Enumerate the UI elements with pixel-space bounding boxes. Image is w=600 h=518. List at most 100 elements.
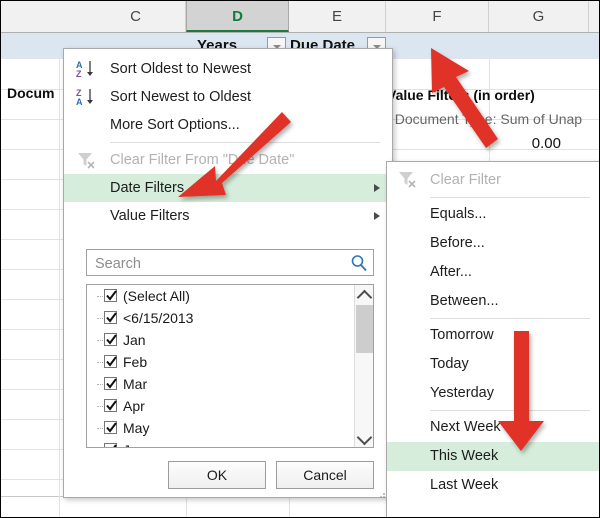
column-header-row: C D E F G bbox=[1, 1, 599, 33]
chevron-down-icon bbox=[356, 429, 373, 446]
menu-item-clear-filter-from-due-date[interactable]: Clear Filter From "Due Date" bbox=[64, 146, 392, 174]
list-item[interactable]: Jun bbox=[87, 439, 353, 447]
svg-text:Z: Z bbox=[76, 69, 82, 79]
tree-connector bbox=[97, 362, 103, 363]
list-item[interactable]: Apr bbox=[87, 395, 353, 417]
checkbox-checked[interactable] bbox=[104, 355, 117, 368]
list-item[interactable]: Jan bbox=[87, 329, 353, 351]
excel-filter-screenshot: Docum Value Filters (in order) . Documen… bbox=[0, 0, 600, 518]
clear-filter-icon bbox=[76, 151, 98, 170]
filter-value-list-items: (Select All) <6/15/2013 Jan Feb Mar Apr … bbox=[87, 285, 353, 447]
menu-separator bbox=[110, 142, 380, 143]
checkbox-checked[interactable] bbox=[104, 311, 117, 324]
chevron-right-icon bbox=[374, 184, 380, 192]
submenu-item-label: Today bbox=[430, 356, 469, 372]
list-item-label: Feb bbox=[123, 354, 148, 370]
checkbox-checked[interactable] bbox=[104, 399, 117, 412]
column-header-e[interactable]: E bbox=[289, 1, 386, 32]
list-item[interactable]: <6/15/2013 bbox=[87, 307, 353, 329]
submenu-item-after[interactable]: After... bbox=[387, 258, 599, 287]
list-item[interactable]: May bbox=[87, 417, 353, 439]
tree-connector bbox=[97, 318, 103, 319]
submenu-item-this-week[interactable]: This Week bbox=[387, 442, 599, 471]
menu-item-date-filters[interactable]: Date Filters bbox=[64, 174, 392, 202]
tree-connector bbox=[97, 340, 103, 341]
scroll-down-button[interactable] bbox=[355, 429, 373, 447]
submenu-item-label: Last Week bbox=[430, 477, 499, 493]
submenu-item-last-week[interactable]: Last Week bbox=[387, 471, 599, 500]
submenu-item-next-week[interactable]: Next Week bbox=[387, 413, 599, 442]
list-item-label: <6/15/2013 bbox=[123, 310, 194, 326]
submenu-item-tomorrow[interactable]: Tomorrow bbox=[387, 321, 599, 350]
submenu-item-clear-filter[interactable]: Clear Filter bbox=[387, 166, 599, 195]
search-input[interactable] bbox=[93, 250, 342, 277]
checkbox-checked[interactable] bbox=[104, 289, 117, 302]
list-item[interactable]: (Select All) bbox=[87, 285, 353, 307]
checkbox-checked[interactable] bbox=[104, 377, 117, 390]
menu-item-sort-newest-to-oldest[interactable]: Z A Sort Newest to Oldest bbox=[64, 83, 392, 111]
submenu-item-before[interactable]: Before... bbox=[387, 229, 599, 258]
date-filters-submenu: Clear Filter Equals... Before... After..… bbox=[386, 161, 599, 517]
chevron-up-icon bbox=[356, 289, 373, 306]
checkbox-checked[interactable] bbox=[104, 333, 117, 346]
column-header-d[interactable]: D bbox=[186, 1, 289, 32]
tree-connector bbox=[97, 428, 103, 429]
menu-item-value-filters[interactable]: Value Filters bbox=[64, 202, 392, 230]
cell-document-type-subtitle: . Document Type: Sum of Unap bbox=[387, 111, 583, 127]
list-item-label: (Select All) bbox=[123, 288, 190, 304]
column-header-f[interactable]: F bbox=[386, 1, 489, 32]
list-item-label: Apr bbox=[123, 398, 145, 414]
submenu-item-between[interactable]: Between... bbox=[387, 287, 599, 316]
menu-item-label: Date Filters bbox=[110, 180, 185, 196]
cancel-button[interactable]: Cancel bbox=[276, 461, 374, 489]
list-item-label: Jan bbox=[123, 332, 146, 348]
scroll-up-button[interactable] bbox=[355, 285, 373, 306]
column-header-g[interactable]: G bbox=[489, 1, 589, 32]
submenu-item-label: Tomorrow bbox=[430, 327, 494, 343]
list-item[interactable]: Mar bbox=[87, 373, 353, 395]
due-date-filter-dropdown: A Z Sort Oldest to Newest Z A Sort Newes… bbox=[63, 48, 393, 498]
menu-item-label: Sort Oldest to Newest bbox=[110, 61, 252, 77]
clear-filter-icon bbox=[397, 170, 419, 189]
menu-item-sort-oldest-to-newest[interactable]: A Z Sort Oldest to Newest bbox=[64, 55, 392, 83]
checkbox-checked[interactable] bbox=[104, 443, 117, 447]
search-box[interactable] bbox=[86, 249, 374, 277]
menu-item-more-sort-options[interactable]: More Sort Options... bbox=[64, 111, 392, 139]
list-item[interactable]: Feb bbox=[87, 351, 353, 373]
sort-az-icon: A Z bbox=[76, 59, 100, 79]
submenu-item-label: This Week bbox=[430, 448, 499, 464]
ok-button[interactable]: OK bbox=[168, 461, 266, 489]
menu-item-label: Value Filters bbox=[110, 208, 190, 224]
cell-value-filters-title: Value Filters (in order) bbox=[387, 87, 535, 103]
submenu-separator bbox=[430, 197, 590, 198]
scrollbar-thumb[interactable] bbox=[356, 305, 373, 353]
filter-value-list[interactable]: (Select All) <6/15/2013 Jan Feb Mar Apr … bbox=[86, 284, 374, 448]
list-item-label: May bbox=[123, 420, 150, 436]
submenu-item-label: After... bbox=[430, 264, 472, 280]
search-icon bbox=[350, 254, 368, 272]
submenu-item-label: Next Week bbox=[430, 419, 501, 435]
menu-item-label: Clear Filter From "Due Date" bbox=[110, 152, 295, 168]
svg-text:A: A bbox=[76, 97, 83, 107]
tree-connector bbox=[97, 296, 103, 297]
chevron-right-icon bbox=[374, 212, 380, 220]
submenu-item-label: Between... bbox=[430, 293, 499, 309]
submenu-item-today[interactable]: Today bbox=[387, 350, 599, 379]
checkbox-checked[interactable] bbox=[104, 421, 117, 434]
tree-connector bbox=[97, 384, 103, 385]
column-header-c[interactable]: C bbox=[86, 1, 186, 32]
cell-value-amount: 0.00 bbox=[531, 135, 561, 152]
submenu-item-label: Clear Filter bbox=[430, 172, 501, 188]
submenu-separator bbox=[430, 318, 590, 319]
submenu-item-label: Yesterday bbox=[430, 385, 494, 401]
list-vertical-scrollbar[interactable] bbox=[354, 285, 373, 447]
menu-item-label: Sort Newest to Oldest bbox=[110, 89, 252, 105]
submenu-item-yesterday[interactable]: Yesterday bbox=[387, 379, 599, 408]
submenu-separator bbox=[430, 410, 590, 411]
menu-item-label: More Sort Options... bbox=[110, 117, 240, 133]
submenu-item-label: Equals... bbox=[430, 206, 487, 222]
tree-connector bbox=[97, 406, 103, 407]
cell-document-label: Docum bbox=[7, 85, 55, 101]
sort-za-icon: Z A bbox=[76, 87, 100, 107]
submenu-item-equals[interactable]: Equals... bbox=[387, 200, 599, 229]
